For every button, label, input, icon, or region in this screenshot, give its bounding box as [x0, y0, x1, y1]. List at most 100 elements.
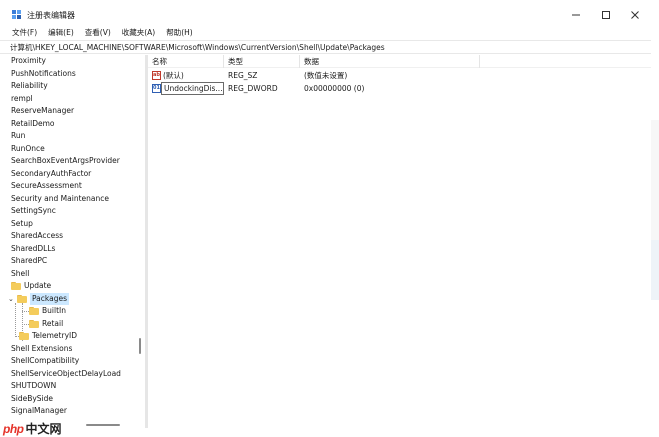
- watermark-logo: php: [3, 421, 24, 436]
- tree-item-label: Proximity: [11, 56, 46, 65]
- maximize-icon: [602, 11, 610, 19]
- folder-icon: [29, 307, 39, 315]
- tree-item-label: SecureAssessment: [11, 181, 82, 190]
- registry-editor-icon: [12, 10, 21, 19]
- watermark: php 中文网: [3, 420, 62, 437]
- tree-item-label: SharedPC: [11, 256, 48, 265]
- list-header: 名称 类型 数据: [148, 55, 651, 68]
- list-row[interactable]: ab (默认) REG_SZ (数值未设置): [148, 70, 651, 82]
- tree-item-shell-extensions[interactable]: Shell Extensions: [11, 343, 72, 355]
- tree-item-sharedaccess[interactable]: SharedAccess: [11, 230, 63, 242]
- tree-item-label: ShellCompatibility: [11, 356, 80, 365]
- tree-item-label: SHUTDOWN: [11, 381, 57, 390]
- tree-vertical-scrollbar[interactable]: [136, 55, 144, 421]
- address-bar[interactable]: 计算机\HKEY_LOCAL_MACHINE\SOFTWARE\Microsof…: [0, 40, 651, 54]
- tree-item-label: BuiltIn: [42, 306, 66, 315]
- menu-edit[interactable]: 编辑(E): [48, 27, 74, 39]
- tree-item-label: SecondaryAuthFactor: [11, 168, 92, 178]
- tree-item-label: Run: [11, 131, 26, 140]
- tree-item-secureassessment[interactable]: SecureAssessment: [11, 180, 82, 192]
- tree-item-label: SearchBoxEventArgsProvider: [11, 156, 120, 165]
- registry-tree: Proximity PushNotifications Reliability …: [0, 55, 136, 421]
- tree-item-label: Setup: [11, 218, 33, 228]
- tree-item-shareddlls[interactable]: SharedDLLs: [11, 243, 55, 255]
- tree-item-label: PushNotifications: [11, 68, 76, 78]
- tree-item-retaildemo[interactable]: RetailDemo: [11, 118, 54, 130]
- tree-item-sidebyside[interactable]: SideBySide: [11, 393, 53, 405]
- close-icon: [631, 11, 639, 19]
- menu-view[interactable]: 查看(V): [85, 27, 111, 39]
- tree-item-label: SettingSync: [11, 206, 56, 215]
- value-name: (默认): [163, 71, 184, 80]
- tree-item-shell[interactable]: Shell: [11, 268, 29, 280]
- value-type: REG_SZ: [228, 71, 258, 80]
- tree-item-telemetryid[interactable]: TelemetryID: [19, 330, 77, 342]
- window-title: 注册表编辑器: [27, 11, 75, 20]
- tree-item-shellcompatibility[interactable]: ShellCompatibility: [11, 355, 79, 367]
- watermark-text: 中文网: [25, 422, 62, 436]
- value-data: (数值未设置): [304, 71, 348, 80]
- tree-item-label: RunOnce: [11, 143, 45, 153]
- tree-item-reservemanager[interactable]: ReserveManager: [11, 105, 74, 117]
- tree-item-searchboxeventargsprovider[interactable]: SearchBoxEventArgsProvider: [11, 155, 120, 167]
- tree-item-label: RetailDemo: [11, 118, 55, 128]
- tree-item-update[interactable]: Update: [11, 280, 51, 292]
- tree-item-retail[interactable]: Retail: [29, 318, 63, 330]
- minimize-button[interactable]: [561, 6, 591, 24]
- close-button[interactable]: [620, 6, 650, 24]
- title-bar: 注册表编辑器: [0, 0, 659, 28]
- tree-item-proximity[interactable]: Proximity: [11, 55, 46, 67]
- tree-item-label: SideBySide: [11, 393, 54, 403]
- menu-file[interactable]: 文件(F): [12, 27, 37, 39]
- tree-item-run[interactable]: Run: [11, 130, 25, 142]
- maximize-button[interactable]: [591, 6, 621, 24]
- folder-open-icon: [17, 294, 27, 303]
- tree-item-secondaryauthfactor[interactable]: SecondaryAuthFactor: [11, 168, 91, 180]
- tree-item-label: SharedAccess: [11, 231, 64, 240]
- binary-value-icon: 01: [152, 84, 161, 93]
- tree-item-settingsync[interactable]: SettingSync: [11, 205, 56, 217]
- tree-item-label: Reliability: [11, 81, 48, 90]
- folder-icon: [11, 282, 21, 290]
- tree-item-runonce[interactable]: RunOnce: [11, 143, 45, 155]
- tree-item-label: TelemetryID: [32, 331, 77, 340]
- tree-item-packages[interactable]: ⌄ Packages: [8, 292, 69, 305]
- scrollbar-thumb[interactable]: [86, 424, 120, 426]
- window-edge: [651, 0, 659, 437]
- tree-item-label: rempl: [11, 93, 33, 103]
- tree-item-label: Retail: [42, 318, 64, 328]
- column-name[interactable]: 名称: [148, 55, 224, 68]
- tree-item-label: Update: [24, 281, 52, 290]
- tree-connector: [22, 323, 29, 325]
- tree-item-label: Packages: [30, 292, 69, 305]
- tree-item-signalmanager[interactable]: SignalManager: [11, 405, 67, 417]
- tree-item-label: ReserveManager: [11, 106, 75, 115]
- menu-bar: 文件(F) 编辑(E) 查看(V) 收藏夹(A) 帮助(H): [0, 26, 204, 40]
- string-value-icon: ab: [152, 71, 161, 80]
- menu-help[interactable]: 帮助(H): [166, 27, 193, 39]
- tree-item-rempl[interactable]: rempl: [11, 93, 33, 105]
- tree-connector: [22, 311, 29, 312]
- chevron-down-icon[interactable]: ⌄: [8, 295, 16, 303]
- edge-segment: [651, 120, 659, 240]
- rename-input[interactable]: UndockingDis...: [161, 82, 224, 95]
- edge-segment: [651, 0, 659, 120]
- tree-item-shutdown[interactable]: SHUTDOWN: [11, 380, 56, 392]
- tree-item-shellserviceobjectdelayload[interactable]: ShellServiceObjectDelayLoad: [11, 368, 121, 380]
- tree-item-pushnotifications[interactable]: PushNotifications: [11, 68, 76, 80]
- edge-segment: [651, 240, 659, 300]
- scrollbar-thumb[interactable]: [139, 338, 141, 354]
- tree-item-builtin[interactable]: BuiltIn: [29, 305, 66, 317]
- tree-item-setup[interactable]: Setup: [11, 218, 33, 230]
- tree-item-label: SignalManager: [11, 406, 67, 415]
- column-data[interactable]: 数据: [300, 55, 480, 68]
- tree-item-reliability[interactable]: Reliability: [11, 80, 48, 92]
- menu-favorites[interactable]: 收藏夹(A): [122, 27, 155, 39]
- list-row[interactable]: 01 UndockingDis... REG_DWORD 0x00000000 …: [148, 82, 651, 95]
- value-data: 0x00000000 (0): [304, 84, 365, 93]
- tree-item-label: Shell: [11, 268, 30, 278]
- column-type[interactable]: 类型: [224, 55, 300, 68]
- tree-item-sharedpc[interactable]: SharedPC: [11, 255, 47, 267]
- tree-item-label: ShellServiceObjectDelayLoad: [11, 368, 121, 378]
- tree-item-security-and-maintenance[interactable]: Security and Maintenance: [11, 193, 109, 205]
